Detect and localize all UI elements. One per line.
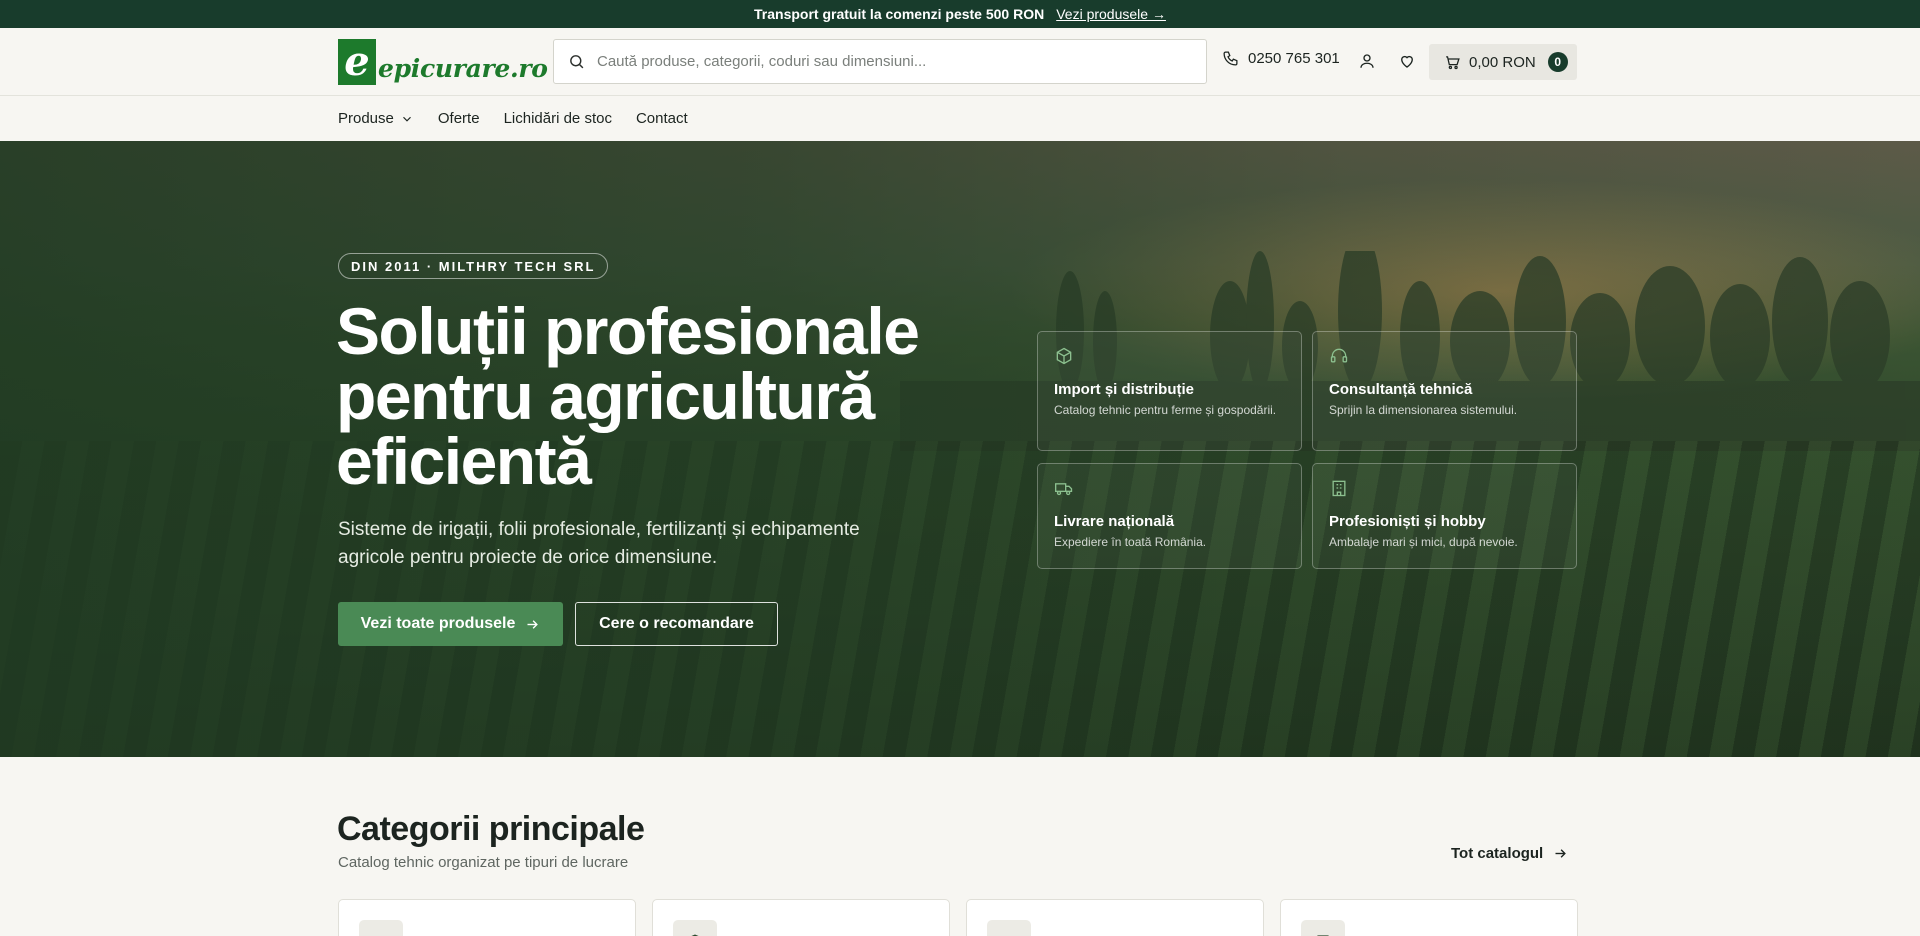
announcement-link[interactable]: Vezi produsele → [1056, 6, 1166, 22]
arrow-right-icon [1555, 849, 1567, 858]
hero-badge: DIN 2011 · MILTHRY TECH SRL [338, 253, 609, 279]
arrow-right-icon [527, 619, 539, 629]
nav-item-produse[interactable]: Produse [338, 110, 414, 127]
feature-text: Catalog tehnic pentru ferme și gospodări… [1054, 403, 1277, 417]
view-all-products-button[interactable]: Vezi toate produsele [338, 602, 563, 646]
chevron-down-icon [402, 116, 411, 122]
nav-item-contact[interactable]: Contact [636, 110, 688, 127]
main-nav: Produse Oferte Lichidări de stoc Contact [0, 96, 1920, 141]
categories-title: Categorii principale [337, 810, 645, 848]
categories-subtitle: Catalog tehnic organizat pe tipuri de lu… [338, 854, 629, 871]
nav-label: Produse [338, 110, 394, 127]
logo[interactable]: e epicurare.ro [338, 39, 548, 85]
category-icon-box [1301, 920, 1345, 936]
phone-icon [1223, 51, 1238, 66]
category-icon-box [359, 920, 403, 936]
nav-item-oferte[interactable]: Oferte [438, 110, 480, 127]
feature-text: Expediere în toată România. [1054, 535, 1207, 549]
hero-subtitle: Sisteme de irigații, folii profesionale,… [338, 519, 860, 568]
nav-item-lichidari[interactable]: Lichidări de stoc [504, 110, 612, 127]
account-icon[interactable] [1358, 52, 1376, 70]
logo-mark: e [338, 39, 376, 85]
cart-count-badge: 0 [1547, 52, 1568, 72]
link-label: Tot catalogul [1451, 845, 1544, 862]
feature-card-consultanta: Consultanță tehnică Sprijin la dimension… [1312, 331, 1577, 451]
phone-number: 0250 765 301 [1248, 50, 1340, 67]
site-header: e epicurare.ro 0250 765 301 0,00 RON 0 [0, 28, 1920, 96]
category-card[interactable] [1280, 899, 1578, 936]
button-label: Vezi toate produsele [360, 615, 516, 632]
feature-card-profesionisti: Profesioniști și hobby Ambalaje mari și … [1312, 463, 1577, 569]
category-card[interactable] [966, 899, 1264, 936]
truck-icon [1055, 483, 1073, 496]
cart-button[interactable]: 0,00 RON 0 [1429, 44, 1577, 80]
feature-card-livrare: Livrare națională Expediere în toată Rom… [1037, 463, 1302, 569]
box-icon [1056, 347, 1072, 365]
hero-overlay [0, 141, 1920, 757]
announcement-bar: Transport gratuit la comenzi peste 500 R… [0, 0, 1920, 28]
feature-title: Import și distribuție [1054, 381, 1195, 398]
building-icon [1332, 480, 1346, 497]
feature-title: Profesioniști și hobby [1329, 513, 1486, 530]
feature-text: Ambalaje mari și mici, după nevoie. [1329, 535, 1518, 549]
feature-card-import: Import și distribuție Catalog tehnic pen… [1037, 331, 1302, 451]
search-input[interactable] [597, 53, 1177, 70]
feature-text: Sprijin la dimensionarea sistemului. [1329, 403, 1518, 417]
cart-icon [1446, 55, 1460, 69]
feature-title: Livrare națională [1054, 513, 1175, 530]
search-icon [570, 55, 584, 69]
announcement-text: Transport gratuit la comenzi peste 500 R… [754, 6, 1045, 22]
full-catalog-link[interactable]: Tot catalogul [1451, 845, 1568, 862]
headset-icon [1330, 348, 1348, 363]
search-box[interactable] [553, 39, 1207, 84]
category-card[interactable] [338, 899, 636, 936]
wishlist-heart-icon[interactable] [1398, 52, 1416, 70]
category-icon-box [673, 920, 717, 936]
hero-title: Soluții profesionale pentru agricultură … [336, 294, 920, 498]
phone-contact[interactable]: 0250 765 301 [1222, 50, 1340, 67]
category-icon-box [987, 920, 1031, 936]
request-recommendation-button[interactable]: Cere o recomandare [575, 602, 778, 646]
category-card[interactable] [652, 899, 950, 936]
feature-title: Consultanță tehnică [1329, 381, 1473, 398]
cart-total: 0,00 RON [1469, 53, 1536, 71]
hero-section: DIN 2011 · MILTHRY TECH SRL Soluții prof… [0, 141, 1920, 757]
logo-text: epicurare.ro [378, 54, 548, 83]
